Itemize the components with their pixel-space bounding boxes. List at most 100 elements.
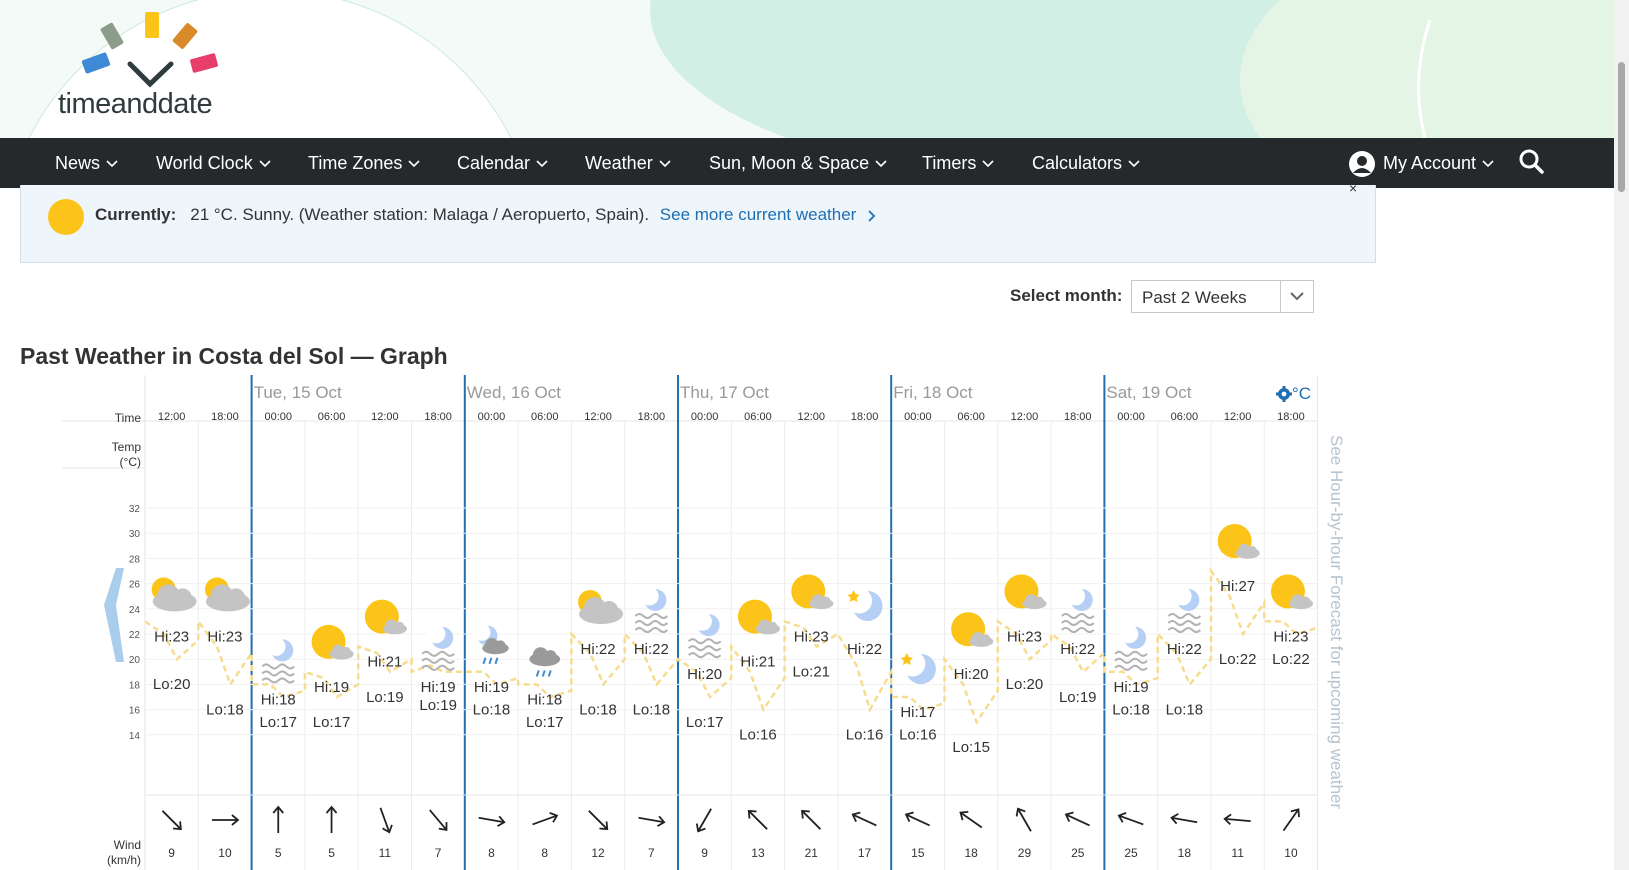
wind-arrow-icon (1064, 811, 1090, 827)
chevron-right-icon (868, 209, 876, 222)
time-label: 18:00 (424, 411, 452, 423)
nav-item-timers[interactable]: Timers (922, 138, 994, 188)
rain-icon (529, 647, 561, 677)
cloud-part (767, 621, 778, 632)
cloud-part (980, 634, 991, 645)
dropdown-button[interactable] (1280, 281, 1313, 312)
wind-speed-label: 9 (701, 846, 708, 860)
nav-item-world-clock[interactable]: World Clock (156, 138, 271, 188)
sun-cloud-icon (1004, 574, 1047, 610)
y-tick-label: 24 (129, 605, 141, 616)
unit-settings-button[interactable]: °C (1276, 384, 1311, 403)
fog-line (261, 670, 295, 677)
fog-line (421, 650, 455, 657)
hi-label: Hi:22 (581, 641, 616, 658)
wind-arrow-icon (325, 805, 338, 833)
time-label: 18:00 (1277, 411, 1305, 423)
logo-text[interactable]: timeanddate (58, 88, 213, 121)
hi-label: Hi:18 (261, 691, 296, 708)
scrollbar-thumb[interactable] (1618, 62, 1625, 192)
fog-line (1167, 627, 1202, 633)
nav-item-weather[interactable]: Weather (585, 138, 671, 188)
hi-label: Hi:23 (794, 628, 829, 645)
sun-cloud-icon (737, 599, 781, 635)
lo-label: Lo:18 (1166, 701, 1204, 718)
wind-arrow-icon (272, 805, 284, 833)
moon-star-icon (899, 651, 936, 684)
chevron-down-icon (106, 160, 118, 168)
time-label: 12:00 (797, 411, 825, 423)
time-label: 00:00 (264, 411, 292, 423)
chevron-down-icon (982, 160, 994, 168)
time-label: 06:00 (1171, 411, 1199, 423)
chevron-down-icon (875, 160, 887, 168)
y-tick-label: 22 (129, 630, 141, 641)
lo-label: Lo:19 (1059, 689, 1097, 706)
lo-label: Lo:18 (579, 701, 617, 718)
hi-label: Hi:20 (954, 666, 989, 683)
arrow-shaft (1282, 808, 1300, 832)
fog-night-icon (1114, 624, 1148, 671)
lo-label: Lo:18 (1112, 701, 1150, 718)
y-tick-label: 16 (129, 706, 141, 717)
wind-arrow-icon (478, 815, 506, 827)
hi-label: Hi:23 (1273, 628, 1308, 645)
nav-item-time-zones[interactable]: Time Zones (308, 138, 420, 188)
wind-row[interactable]: 9 10 5 5 11 7 8 8 12 7 9 13 21 17 15 18 29 25 25 18 11 10 (159, 805, 1303, 860)
time-label: 12:00 (371, 411, 399, 423)
nav-label: World Clock (156, 153, 253, 173)
fog-line (687, 652, 722, 659)
wind-speed-label: 7 (648, 846, 655, 860)
logo-text-b: date (157, 88, 213, 120)
hour-by-hour-forecast-link[interactable]: See Hour-by-hour Forecast for upcoming w… (1327, 435, 1346, 810)
nav-label: Weather (585, 153, 653, 173)
my-account-button[interactable]: My Account (1349, 138, 1494, 188)
lo-label: Lo:15 (952, 739, 990, 756)
cloud-part (1247, 546, 1258, 556)
wind-speed-label: 8 (541, 846, 548, 860)
nav-item-sun-moon-space[interactable]: Sun, Moon & Space (709, 138, 887, 188)
previous-period-button[interactable] (104, 568, 124, 662)
nav-item-calculators[interactable]: Calculators (1032, 138, 1140, 188)
time-label: 18:00 (211, 411, 239, 423)
wind-arrow-icon (1117, 812, 1144, 826)
arrow-shaft (379, 807, 391, 833)
time-label: 06:00 (744, 411, 772, 423)
nav-label: Sun, Moon & Space (709, 153, 870, 173)
moon-part (473, 623, 491, 641)
hi-label: Hi:21 (367, 654, 402, 671)
cloud-part (173, 588, 192, 607)
rain-night-icon (473, 623, 509, 665)
current-weather-text: Currently: 21 °C. Sunny. (Weather station… (95, 205, 877, 225)
y-tick-label: 26 (129, 580, 141, 591)
y-tick-label: 20 (129, 655, 141, 666)
close-banner-button[interactable]: × (1349, 180, 1357, 196)
lo-label: Lo:20 (1006, 676, 1044, 693)
unit-label: °C (1292, 384, 1311, 403)
fog-line (261, 663, 295, 670)
nav-item-calendar[interactable]: Calendar (457, 138, 548, 188)
page-title: Past Weather in Costa del Sol — Graph (20, 343, 448, 369)
time-label: 12:00 (1224, 411, 1252, 423)
select-month-dropdown[interactable]: Past 2 Weeks (1131, 280, 1314, 313)
graph-grid (62, 375, 1319, 870)
wind-speed-label: 25 (1124, 846, 1138, 860)
day-label: Wed, 16 Oct (467, 383, 561, 402)
nav-label: News (55, 153, 101, 173)
nav-label: Calculators (1032, 153, 1123, 173)
y-tick-label: 14 (129, 731, 141, 742)
row-label-temp-unit: (°C) (120, 455, 141, 469)
lo-label: Lo:21 (792, 664, 830, 681)
wind-speed-label: 7 (435, 846, 442, 860)
moon-part (1066, 586, 1086, 606)
see-more-current-weather-link[interactable]: See more current weather (660, 205, 877, 224)
search-icon[interactable] (1518, 148, 1544, 174)
main-nav: News World Clock Time Zones Calendar Wea… (0, 138, 1614, 188)
arrow-shaft (801, 810, 822, 830)
row-label-wind-unit: (km/h) (107, 853, 141, 867)
day-label: Sat, 19 Oct (1106, 383, 1191, 402)
wind-speed-label: 18 (964, 846, 978, 860)
wind-arrow-icon (379, 807, 393, 834)
nav-item-news[interactable]: News (55, 138, 118, 188)
cloud-part (341, 646, 351, 657)
